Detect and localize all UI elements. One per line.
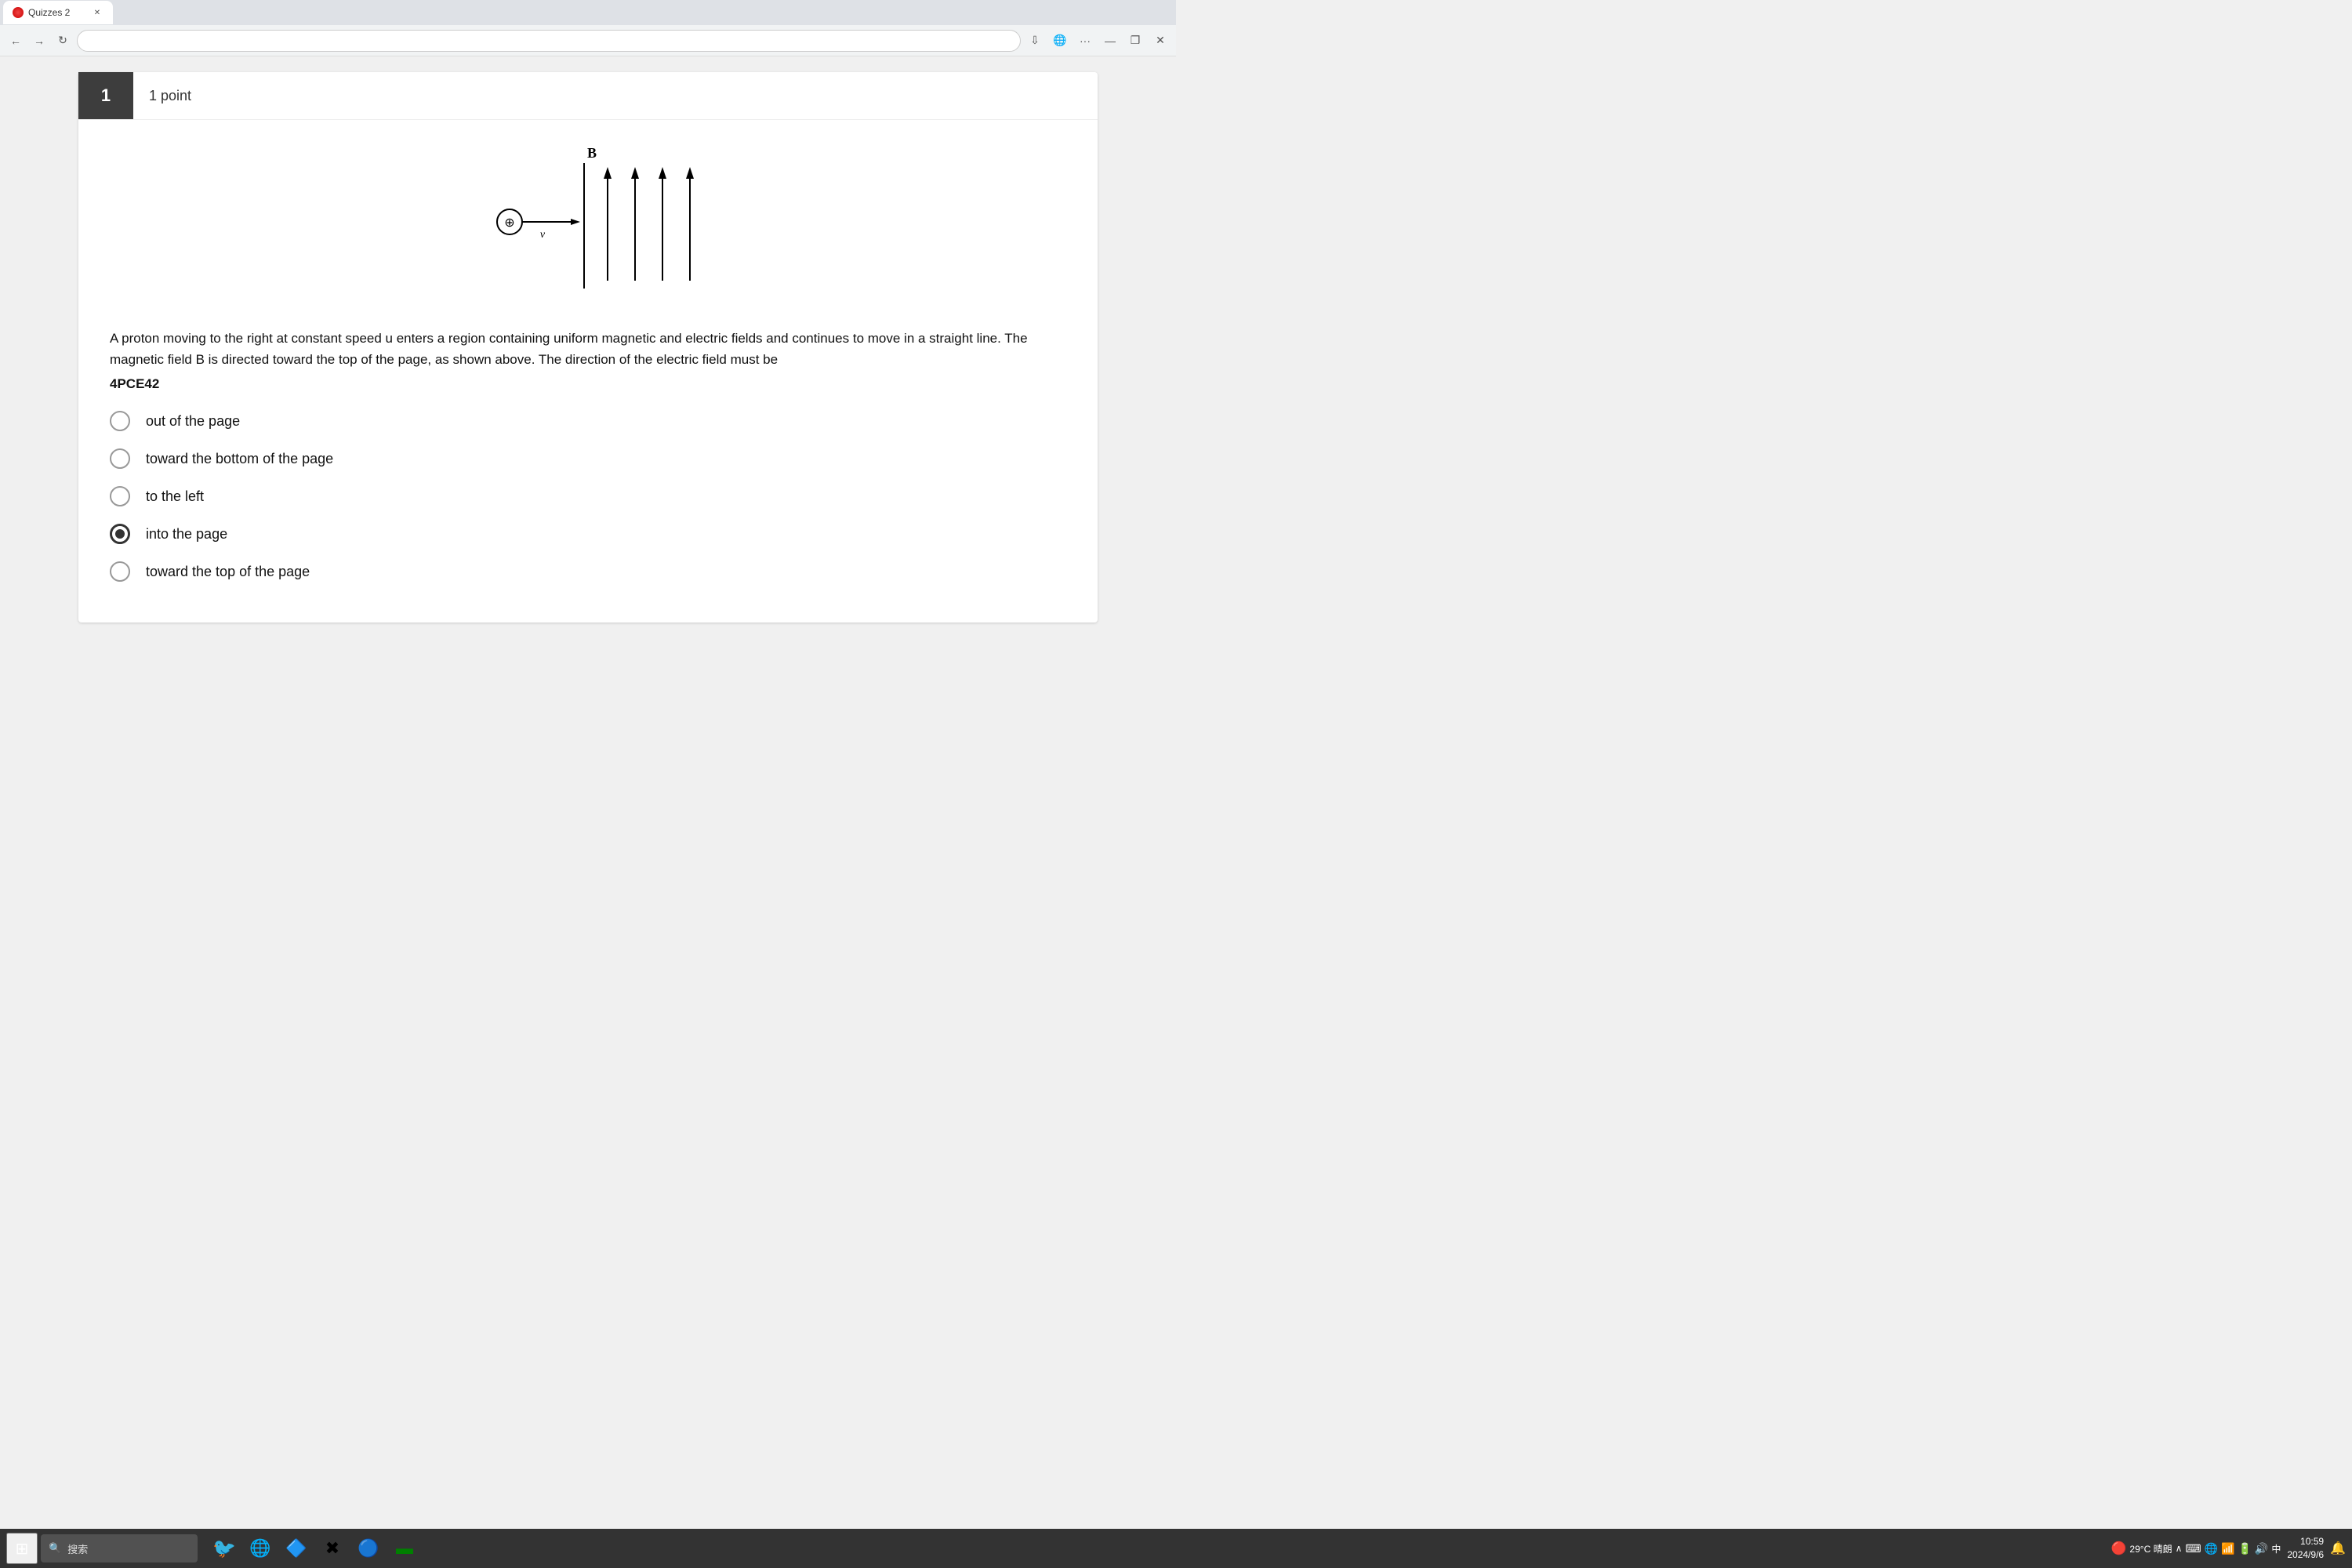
question-number: 1	[78, 72, 133, 119]
volume-icon: 🔊	[2255, 1542, 2268, 1555]
answer-option-3[interactable]: into the page	[110, 524, 1066, 544]
radio-button-4[interactable]	[110, 561, 130, 582]
taskbar: ⊞ 🔍 搜索 🐦 🌐 🔷 ✖ 🔵 ▬ 🔴 29°C	[0, 1529, 2352, 1568]
close-icon: ✕	[1156, 34, 1165, 47]
answer-option-1[interactable]: toward the bottom of the page	[110, 448, 1066, 469]
svg-text:⊕: ⊕	[504, 216, 514, 230]
more-icon: ···	[1080, 34, 1091, 47]
search-icon: 🔍	[49, 1542, 61, 1555]
forward-button[interactable]: →	[30, 31, 49, 50]
download-icon: ⇩	[1030, 34, 1040, 47]
network-icon: 🌐	[2205, 1542, 2218, 1555]
taskbar-right: 🔴 29°C 晴朗 ∧ ⌨ 🌐 📶 🔋 🔊 中 10:59 2024/9/6 🔔	[2111, 1535, 2347, 1562]
download-button[interactable]: ⇩	[1025, 31, 1044, 50]
app6-button[interactable]: ▬	[387, 1531, 422, 1566]
close-window-button[interactable]: ✕	[1151, 31, 1170, 50]
question-points: 1 point	[133, 88, 207, 104]
app4-icon: ✖	[325, 1538, 339, 1559]
edge-icon: 🔷	[285, 1538, 307, 1559]
taskbar-apps: 🐦 🌐 🔷 ✖ 🔵 ▬	[207, 1531, 422, 1566]
answer-option-4[interactable]: toward the top of the page	[110, 561, 1066, 582]
question-code: 4PCE42	[110, 376, 1066, 392]
radio-button-3[interactable]	[110, 524, 130, 544]
app5-button[interactable]: 🔵	[351, 1531, 386, 1566]
app4-button[interactable]: ✖	[315, 1531, 350, 1566]
more-menu-button[interactable]: ···	[1076, 31, 1094, 50]
quiz-card: 1 1 point B ⊕ v	[78, 72, 1098, 622]
taskbar-sys-icons: 🔴 29°C 晴朗 ∧ ⌨ 🌐 📶 🔋 🔊 中	[2111, 1541, 2281, 1556]
content-area: 1 1 point B ⊕ v	[0, 56, 1176, 707]
browser-tab[interactable]: Quizzes 2 ✕	[3, 1, 113, 24]
option-label-0: out of the page	[146, 413, 240, 430]
reload-icon: ↻	[58, 34, 67, 47]
battery-icon: 🔋	[2238, 1542, 2251, 1555]
weather-label: 29°C 晴朗	[2129, 1542, 2172, 1555]
globe-button[interactable]: 🌐	[1051, 31, 1069, 50]
radio-button-1[interactable]	[110, 448, 130, 469]
option-label-3: into the page	[146, 526, 227, 543]
start-button[interactable]: ⊞	[6, 1533, 38, 1564]
ime-icon: 中	[2271, 1542, 2281, 1555]
edge-button[interactable]: 🔷	[279, 1531, 314, 1566]
chrome-icon: 🌐	[249, 1538, 270, 1559]
option-label-1: toward the bottom of the page	[146, 451, 333, 467]
answer-option-2[interactable]: to the left	[110, 486, 1066, 506]
taskbar-clock: 10:59 2024/9/6	[2287, 1535, 2324, 1562]
svg-text:v: v	[540, 229, 546, 241]
reload-button[interactable]: ↻	[53, 31, 72, 50]
radio-button-2[interactable]	[110, 486, 130, 506]
back-icon: ←	[10, 34, 21, 47]
app6-icon: ▬	[396, 1538, 413, 1559]
search-label: 搜索	[67, 1541, 88, 1556]
bird-icon: 🐦	[212, 1537, 236, 1560]
answer-options: out of the page toward the bottom of the …	[110, 411, 1066, 582]
windows-icon: ⊞	[16, 1539, 29, 1559]
option-label-4: toward the top of the page	[146, 564, 310, 580]
keyboard-icon: ⌨	[2185, 1542, 2201, 1555]
question-body: B ⊕ v	[78, 120, 1098, 622]
notifications-bell-icon: 🔔	[2330, 1541, 2346, 1556]
answer-option-0[interactable]: out of the page	[110, 411, 1066, 431]
back-button[interactable]: ←	[6, 31, 25, 50]
physics-diagram: B ⊕ v	[470, 143, 706, 304]
radio-inner-3	[115, 529, 125, 539]
minimize-button[interactable]: —	[1101, 31, 1120, 50]
diagram-container: B ⊕ v	[110, 143, 1066, 304]
tab-favicon	[13, 7, 24, 18]
tab-close-button[interactable]: ✕	[91, 6, 103, 19]
wifi-icon: 📶	[2221, 1542, 2234, 1555]
minimize-icon: —	[1105, 34, 1116, 47]
taskbar-search[interactable]: 🔍 搜索	[41, 1534, 198, 1563]
globe-icon: 🌐	[1053, 34, 1066, 47]
tab-title: Quizzes 2	[28, 7, 70, 18]
option-label-2: to the left	[146, 488, 204, 505]
address-bar[interactable]	[77, 30, 1021, 52]
question-text: A proton moving to the right at constant…	[110, 328, 1066, 370]
file-explorer-button[interactable]: 🐦	[207, 1531, 241, 1566]
radio-button-0[interactable]	[110, 411, 130, 431]
restore-icon: ❐	[1131, 34, 1141, 47]
forward-icon: →	[34, 34, 45, 47]
date-display: 2024/9/6	[2287, 1548, 2324, 1562]
question-header: 1 1 point	[78, 72, 1098, 120]
app5-icon: 🔵	[358, 1538, 379, 1559]
restore-button[interactable]: ❐	[1126, 31, 1145, 50]
time-display: 10:59	[2287, 1535, 2324, 1548]
chevron-icon: ∧	[2176, 1543, 2183, 1554]
notification-icon: 🔴	[2111, 1541, 2127, 1556]
svg-text:B: B	[587, 145, 597, 161]
chrome-button[interactable]: 🌐	[243, 1531, 278, 1566]
